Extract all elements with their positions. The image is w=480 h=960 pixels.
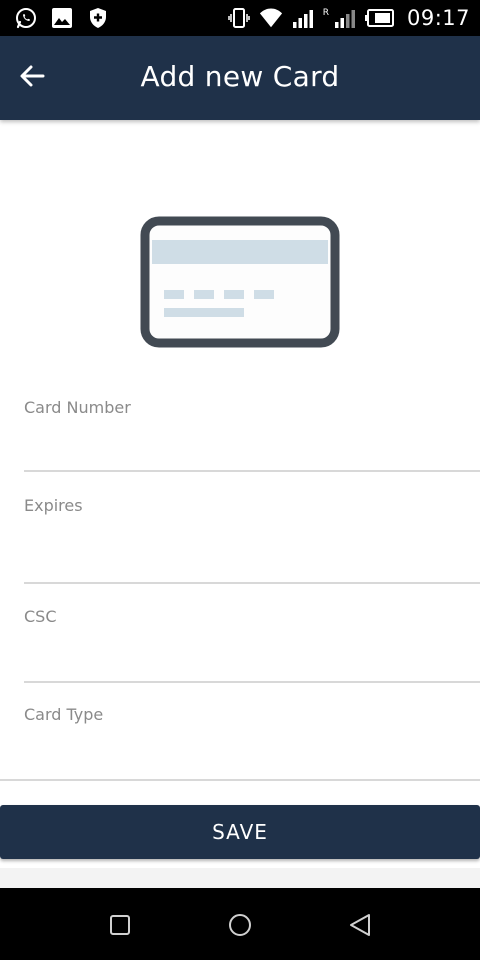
- csc-underline: [24, 681, 480, 683]
- status-clock: 09:17: [406, 6, 470, 30]
- expires-label: Expires: [24, 496, 83, 515]
- page-title: Add new Card: [140, 60, 340, 93]
- status-left-icons: [14, 6, 110, 30]
- expires-input[interactable]: [24, 534, 480, 568]
- card-number-label: Card Number: [24, 398, 131, 417]
- battery-icon: [364, 6, 395, 30]
- expires-underline: [24, 582, 480, 584]
- credit-card-icon: [140, 216, 340, 348]
- expires-field: Expires: [0, 492, 480, 586]
- status-right-icons: R 09:17: [227, 6, 470, 30]
- card-type-underline: [0, 779, 480, 781]
- circle-home-icon[interactable]: [227, 912, 253, 938]
- status-bar: R 09:17: [0, 0, 480, 36]
- square-recents-icon[interactable]: [107, 912, 133, 938]
- system-nav-bar: [0, 888, 480, 960]
- wifi-icon: [259, 6, 283, 30]
- card-number-input[interactable]: [24, 430, 480, 464]
- whatsapp-icon: [14, 6, 38, 30]
- card-type-input[interactable]: [24, 739, 480, 773]
- card-type-label: Card Type: [24, 705, 104, 724]
- signal-icon: [291, 6, 315, 30]
- csc-label: CSC: [24, 607, 57, 626]
- shield-plus-icon: [86, 6, 110, 30]
- csc-input[interactable]: [24, 641, 480, 675]
- roaming-indicator: R: [322, 8, 329, 18]
- vibrate-icon: [227, 6, 251, 30]
- image-icon: [50, 6, 74, 30]
- triangle-back-icon[interactable]: [347, 912, 373, 938]
- signal-icon: [333, 6, 357, 30]
- card-number-underline: [24, 470, 480, 472]
- card-type-field: Card Type: [0, 701, 480, 783]
- bottom-spacer: [0, 868, 480, 888]
- save-button[interactable]: SAVE: [0, 805, 480, 859]
- csc-field: CSC: [0, 603, 480, 685]
- app-bar: Add new Card: [0, 36, 480, 120]
- card-number-field: Card Number: [0, 394, 480, 474]
